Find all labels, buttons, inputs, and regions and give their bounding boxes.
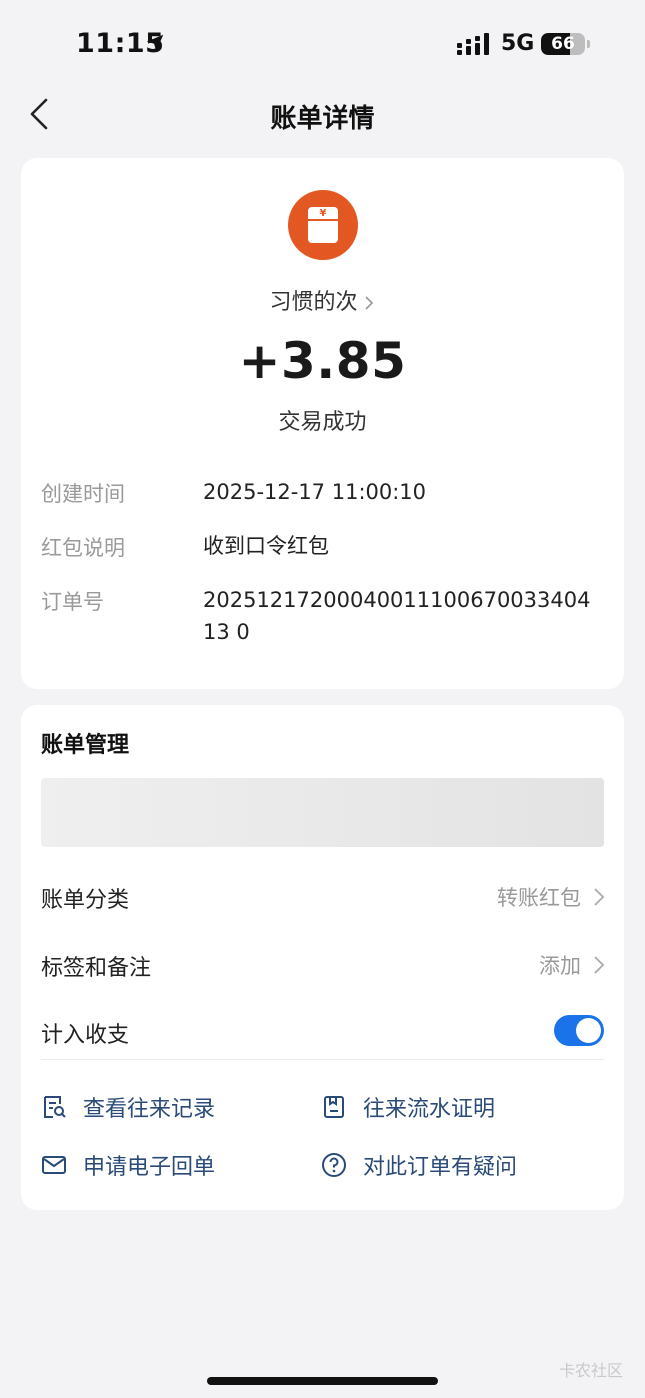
battery-cap: [587, 40, 590, 48]
category-value: 转账红包: [497, 886, 581, 910]
statement-doc-icon: [324, 1096, 344, 1118]
count-in-toggle[interactable]: [554, 1015, 604, 1046]
e-receipt-link[interactable]: 申请电子回单: [41, 1147, 301, 1181]
order-question-label: 对此订单有疑问: [363, 1155, 518, 1180]
envelope-shape: ¥: [308, 207, 338, 243]
detail-label-note: 红包说明: [41, 536, 125, 560]
status-bar: 11:15 5G 66: [0, 0, 645, 88]
category-label: 账单分类: [41, 888, 130, 913]
location-arrow-icon: [146, 34, 164, 52]
divider: [41, 1059, 604, 1060]
count-in-row: 计入收支: [21, 1005, 624, 1059]
page-title: 账单详情: [270, 104, 375, 134]
detail-value-order[interactable]: 2025121720004001110067003340413 0: [203, 584, 603, 648]
home-indicator[interactable]: [207, 1377, 438, 1385]
question-circle-icon: [322, 1153, 346, 1177]
detail-value-created: 2025-12-17 11:00:10: [203, 480, 427, 504]
e-receipt-label: 申请电子回单: [83, 1155, 216, 1180]
detail-label-created: 创建时间: [41, 482, 125, 506]
count-in-label: 计入收支: [41, 1023, 130, 1048]
payer-link[interactable]: 习惯的次: [21, 284, 624, 316]
chevron-right-icon: [594, 888, 605, 906]
battery-icon: 66: [541, 33, 585, 55]
red-envelope-icon: ¥: [288, 190, 358, 260]
view-records-label: 查看往来记录: [83, 1097, 216, 1122]
transaction-amount: +3.85: [238, 332, 407, 390]
transaction-status: 交易成功: [278, 410, 367, 435]
statement-proof-label: 往来流水证明: [363, 1097, 496, 1122]
bill-management-card: 账单管理 账单分类 转账红包 标签和备注 添加 计入收支 查看往来记录 往来流水…: [21, 705, 624, 1210]
tags-row[interactable]: 标签和备注 添加: [21, 938, 624, 992]
detail-value-note: 收到口令红包: [203, 534, 329, 558]
signal-icon: [457, 33, 489, 55]
toggle-knob: [576, 1018, 601, 1043]
watermark: 卡农社区: [558, 1361, 623, 1380]
chevron-right-icon: [364, 296, 373, 310]
view-records-link[interactable]: 查看往来记录: [41, 1089, 301, 1123]
statement-proof-link[interactable]: 往来流水证明: [321, 1089, 581, 1123]
section-title: 账单管理: [41, 733, 130, 758]
nav-bar: 账单详情: [0, 88, 645, 140]
category-row[interactable]: 账单分类 转账红包: [21, 870, 624, 924]
records-search-icon: [44, 1096, 66, 1118]
tags-label: 标签和备注: [41, 956, 152, 981]
battery-percent: 66: [551, 34, 575, 54]
network-type: 5G: [501, 31, 535, 56]
transaction-card: ¥ 习惯的次 +3.85 交易成功 创建时间 2025-12-17 11:00:…: [21, 158, 624, 689]
mail-icon: [42, 1156, 66, 1174]
banner-placeholder[interactable]: [41, 778, 604, 847]
payer-name: 习惯的次: [269, 290, 358, 315]
order-question-link[interactable]: 对此订单有疑问: [321, 1147, 581, 1181]
tags-value: 添加: [539, 954, 581, 978]
detail-label-order: 订单号: [41, 590, 104, 614]
chevron-right-icon: [594, 956, 605, 974]
